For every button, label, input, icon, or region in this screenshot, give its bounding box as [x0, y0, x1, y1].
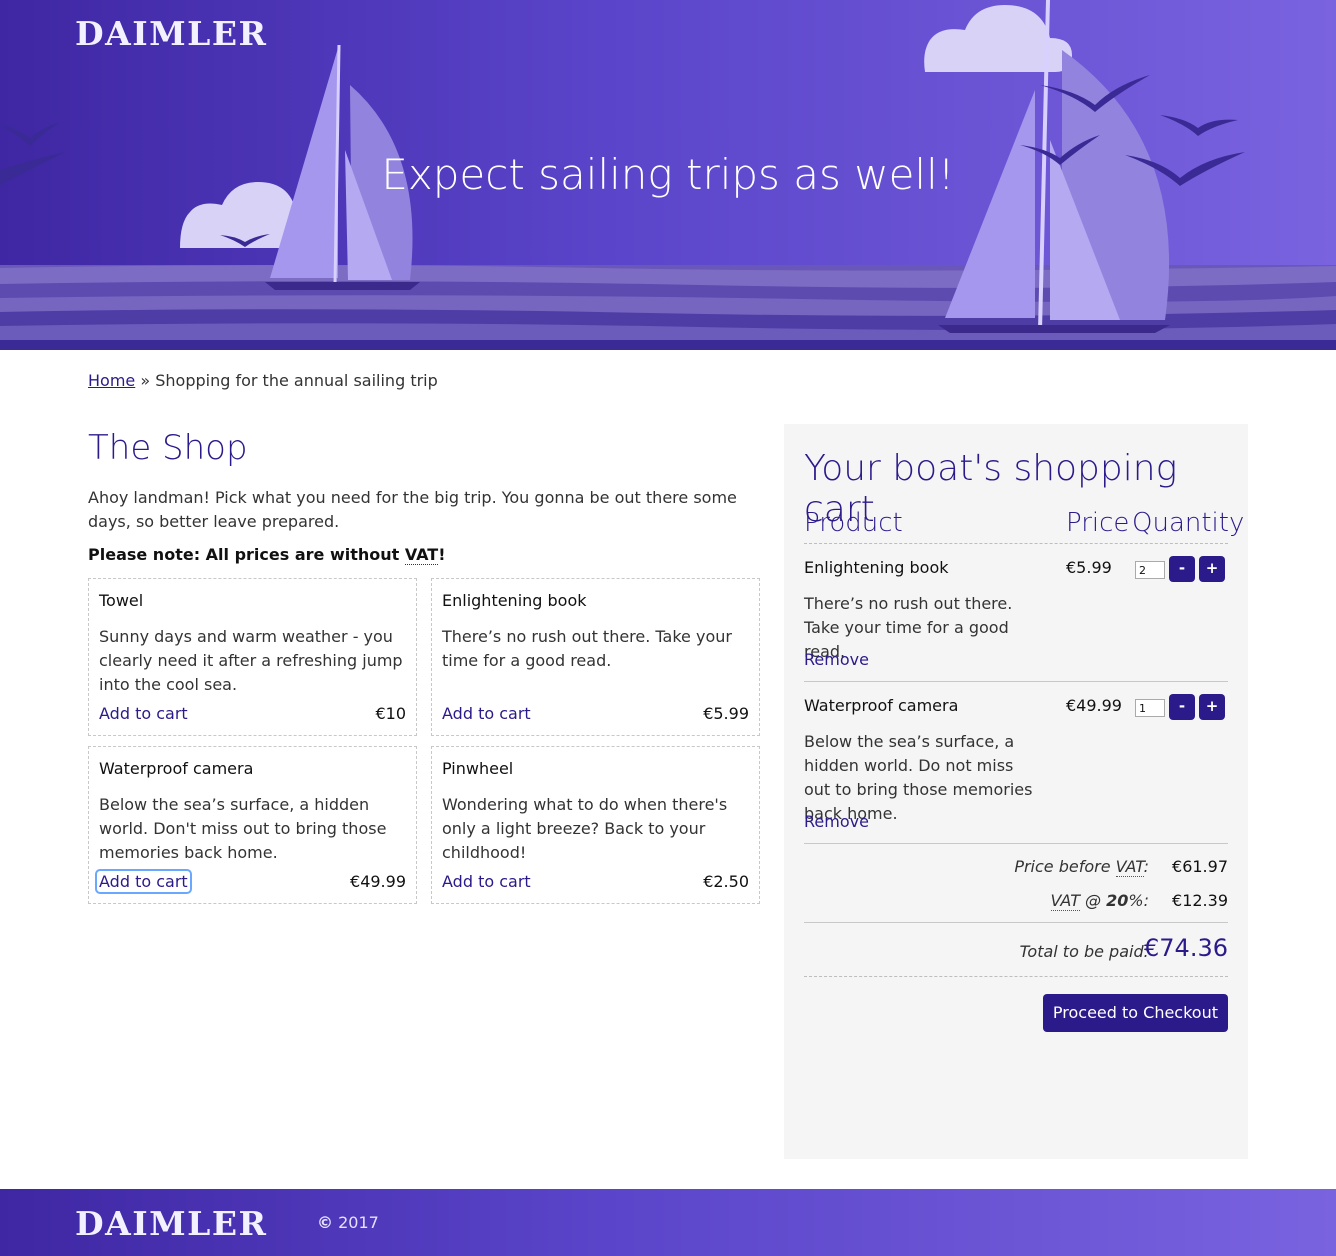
product-name: Towel [99, 591, 144, 610]
footer: DAIMLER © 2017 [0, 1189, 1336, 1256]
vat-percent: %: [1128, 891, 1149, 910]
add-to-cart-button[interactable]: Add to cart [440, 703, 533, 724]
vat-note: Please note: All prices are without VAT! [88, 545, 446, 565]
price-before-vat-text: Price before [1014, 857, 1116, 876]
breadcrumb-current: Shopping for the annual sailing trip [155, 371, 438, 390]
cart-checkout-divider [804, 976, 1228, 977]
proceed-to-checkout-button[interactable]: Proceed to Checkout [1042, 994, 1228, 1032]
vat-label: VAT @ 20%: [1050, 891, 1149, 911]
quantity-input[interactable] [1135, 699, 1165, 717]
shopping-cart-panel: Your boat's shopping cart Product Price … [784, 424, 1248, 1159]
column-price: Price [1066, 508, 1130, 538]
increase-quantity-button[interactable]: + [1199, 694, 1225, 720]
add-to-cart-button[interactable]: Add to cart [440, 871, 533, 892]
column-product: Product [804, 508, 903, 538]
cart-item-name: Enlightening book [804, 558, 949, 577]
product-name: Pinwheel [442, 759, 514, 778]
copyright-year: 2017 [338, 1213, 379, 1232]
hero-banner: DAIMLER Expect sailing trips as well! [0, 0, 1336, 350]
product-description: Below the sea’s surface, a hidden world.… [99, 795, 387, 862]
label-colon: : [1143, 857, 1149, 876]
product-card-towel: Towel Sunny days and warm weather - you … [88, 578, 417, 736]
vat-note-suffix: ! [438, 545, 446, 564]
cart-total-divider [804, 922, 1228, 923]
daimler-logo[interactable]: DAIMLER [75, 14, 267, 53]
total-label: Total to be paid: [1019, 942, 1149, 961]
quantity-input[interactable] [1135, 561, 1165, 579]
product-card-pinwheel: Pinwheel Wondering what to do when there… [431, 746, 760, 904]
product-price: €2.50 [703, 872, 749, 891]
product-card-book: Enlightening book There’s no rush out th… [431, 578, 760, 736]
hero-title: Expect sailing trips as well! [381, 150, 955, 199]
decrease-quantity-button[interactable]: - [1169, 556, 1195, 582]
cart-summary-divider [804, 843, 1228, 844]
product-card-camera: Waterproof camera Below the sea’s surfac… [88, 746, 417, 904]
shop-title: The Shop [88, 428, 248, 468]
decrease-quantity-button[interactable]: - [1169, 694, 1195, 720]
copyright: © 2017 [317, 1213, 379, 1232]
total-value: €74.36 [1144, 934, 1228, 962]
add-to-cart-button[interactable]: Add to cart [95, 869, 192, 894]
product-description: Sunny days and warm weather - you clearl… [99, 627, 403, 694]
vat-abbr: VAT [1115, 857, 1144, 877]
vat-rate: 20 [1106, 891, 1129, 910]
remove-item-link[interactable]: Remove [804, 650, 869, 669]
daimler-logo[interactable]: DAIMLER [75, 1204, 267, 1243]
vat-abbr: VAT [1050, 891, 1080, 911]
cart-item-name: Waterproof camera [804, 696, 959, 715]
product-price: €10 [375, 704, 406, 723]
vat-abbr: VAT [404, 545, 439, 565]
breadcrumb-home-link[interactable]: Home [88, 371, 135, 390]
cart-table-header: Product Price Quantity [804, 508, 1244, 544]
shop-intro: Ahoy landman! Pick what you need for the… [88, 488, 737, 531]
copyright-symbol: © [317, 1213, 333, 1232]
cart-item-divider [804, 681, 1228, 682]
product-name: Enlightening book [442, 591, 587, 610]
breadcrumb-separator: » [140, 371, 151, 390]
add-to-cart-button[interactable]: Add to cart [97, 703, 190, 724]
product-description: Wondering what to do when there's only a… [442, 795, 728, 862]
price-before-vat-value: €61.97 [1172, 857, 1228, 876]
product-name: Waterproof camera [99, 759, 254, 778]
product-price: €5.99 [703, 704, 749, 723]
remove-item-link[interactable]: Remove [804, 812, 869, 831]
cart-item-price: €49.99 [1066, 696, 1122, 715]
column-quantity: Quantity [1132, 508, 1245, 538]
product-description: There’s no rush out there. Take your tim… [442, 627, 732, 670]
vat-at: @ [1079, 891, 1107, 910]
cart-item-price: €5.99 [1066, 558, 1112, 577]
increase-quantity-button[interactable]: + [1199, 556, 1225, 582]
product-price: €49.99 [350, 872, 406, 891]
breadcrumb: Home » Shopping for the annual sailing t… [88, 371, 438, 390]
vat-value: €12.39 [1172, 891, 1228, 910]
price-before-vat-label: Price before VAT: [1014, 857, 1149, 877]
vat-note-text: Please note: All prices are without [88, 545, 405, 564]
